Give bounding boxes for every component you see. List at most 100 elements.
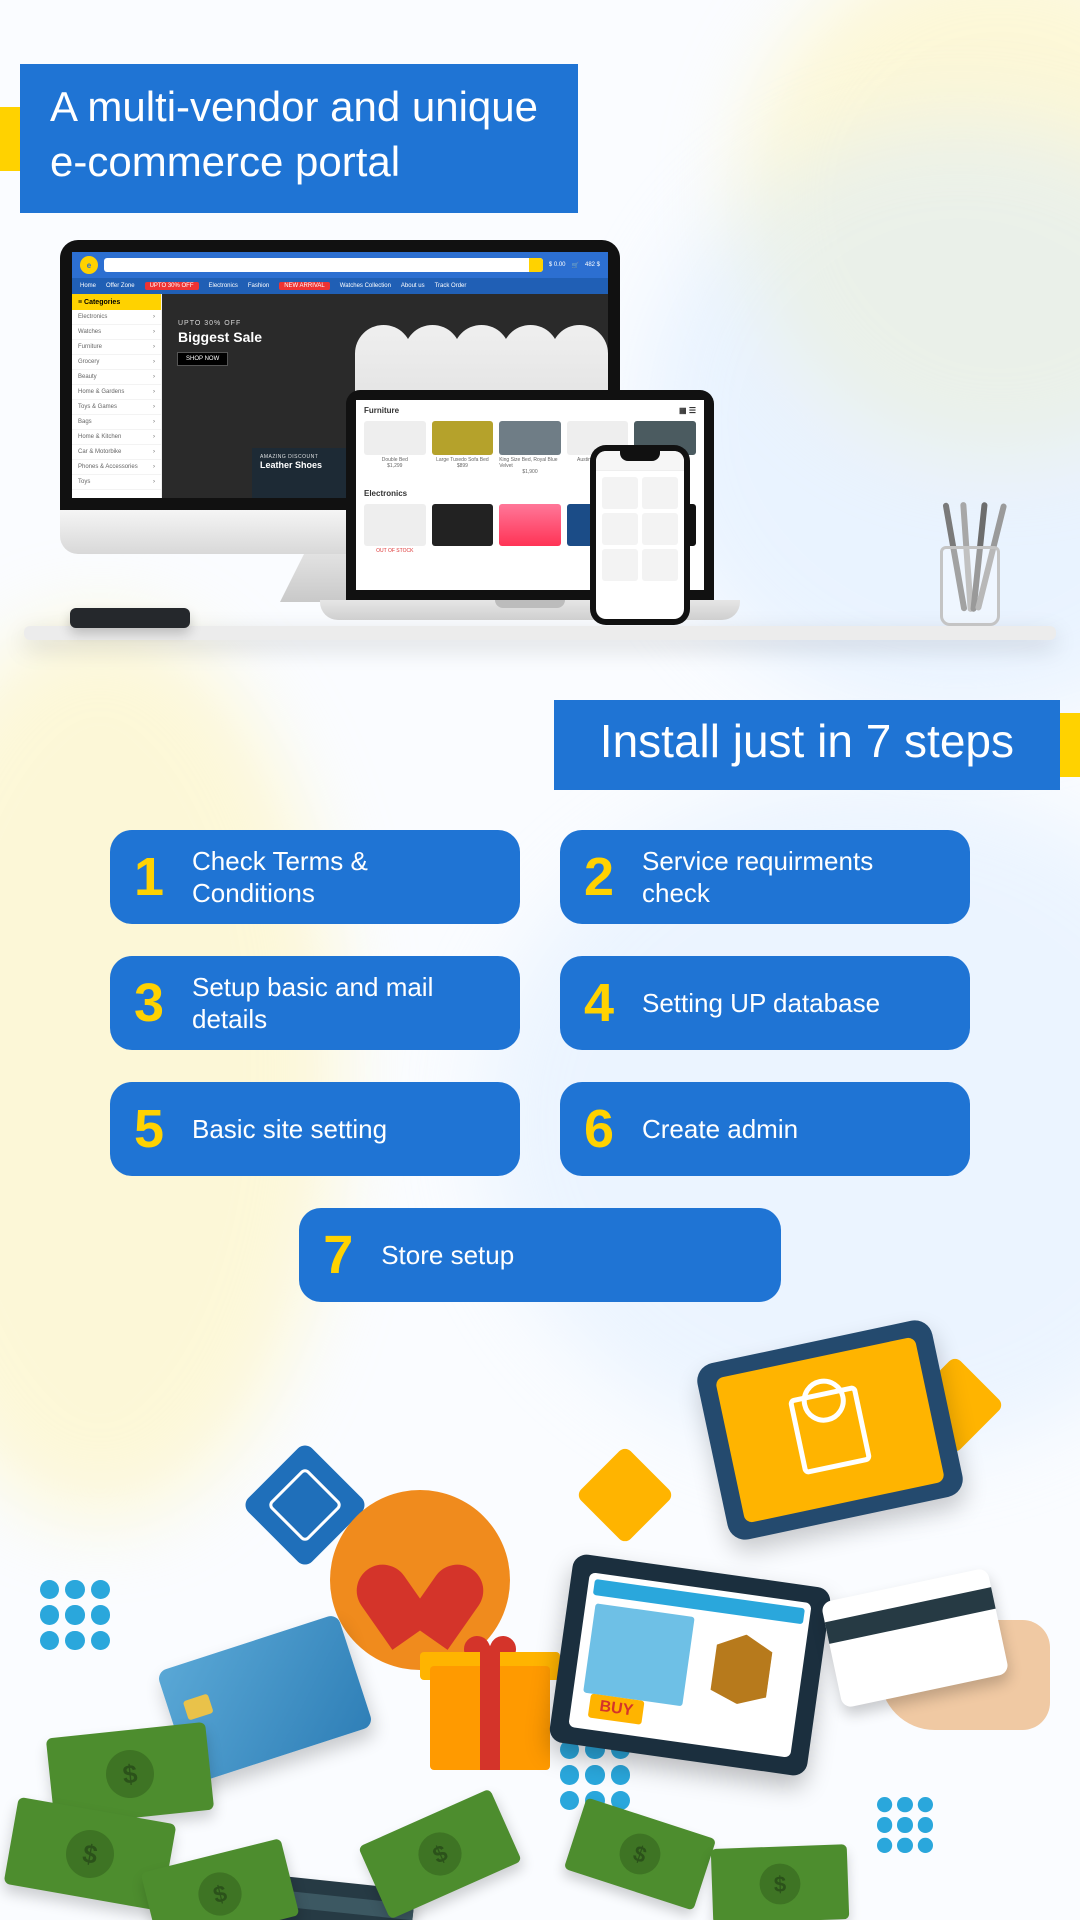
step-number: 7 [323,1228,367,1282]
nav-home[interactable]: Home [80,283,96,289]
diamond-yellow-icon [906,1356,1005,1455]
step-number: 1 [134,850,178,904]
steps-grid: 1 Check Terms & Conditions 2 Service req… [0,830,1080,1302]
cash-bill-icon: $ [4,1797,177,1911]
step-number: 5 [134,1102,178,1156]
headline-line1: A multi-vendor and unique [50,83,538,130]
steps-heading-text: Install just in 7 steps [554,700,1060,790]
nav-track[interactable]: Track Order [435,283,467,289]
buy-tablet-icon: BUY [548,1553,832,1777]
step-number: 6 [584,1102,628,1156]
step-label: Basic site setting [192,1113,387,1146]
category-item[interactable]: Home & Gardens› [72,385,161,400]
bottom-illustration: BUY $ $ $ $ $ $ [0,1310,1080,1920]
search-input[interactable] [104,258,543,272]
hero-cta-button[interactable]: SHOP NOW [178,353,227,365]
nav-fashion[interactable]: Fashion [248,283,269,289]
steps-accent-bar [1060,713,1080,777]
nav-electronics[interactable]: Electronics [209,283,238,289]
cash-bill-icon: $ [141,1838,300,1920]
step-label: Service requirments check [642,845,946,910]
product-tile[interactable] [602,549,638,581]
step-5: 5 Basic site setting [110,1082,520,1176]
diamond-yellow-icon [576,1446,675,1545]
headline-banner: A multi-vendor and unique e-commerce por… [0,64,578,213]
cash-bill-icon: $ [711,1844,850,1920]
nav-new-badge: NEW ARRIVAL [279,282,330,290]
nav-offer-badge: UPTO 30% OFF [145,282,199,290]
store-logo-icon: e [80,256,98,274]
nav-watches[interactable]: Watches Collection [340,283,391,289]
cart-amount[interactable]: $ 0.00 [549,262,566,268]
wallet-amount: 482 $ [585,262,600,268]
hand-holding-card-icon [860,1590,1080,1750]
headline-accent-bar [0,107,20,171]
step-7: 7 Store setup [299,1208,781,1302]
category-item[interactable]: Beauty› [72,370,161,385]
dots-pattern-icon [40,1580,110,1650]
cash-bill-icon: $ [46,1722,214,1826]
category-item[interactable]: Home & Kitchen› [72,430,161,445]
category-item[interactable]: Grocery› [72,355,161,370]
step-number: 3 [134,976,178,1030]
panel-leather-title: Leather Shoes [260,460,322,470]
product-tile[interactable] [602,513,638,545]
category-item[interactable]: Electronics› [72,310,161,325]
hero-kicker: UPTO 30% OFF [178,320,241,327]
flat-phone [70,608,190,628]
nav-offer[interactable]: Offer Zone [106,283,135,289]
step-label: Create admin [642,1113,798,1146]
section-electronics: Electronics [364,489,407,498]
step-1: 1 Check Terms & Conditions [110,830,520,924]
headline-text: A multi-vendor and unique e-commerce por… [20,64,578,213]
categories-header: ≡ Categories [72,294,161,310]
step-6: 6 Create admin [560,1082,970,1176]
step-2: 2 Service requirments check [560,830,970,924]
category-item[interactable]: Phones & Accessories› [72,460,161,475]
product-card[interactable]: Double Bed$1,299 [364,421,426,475]
category-item[interactable]: Watches› [72,325,161,340]
phone-mockup [590,445,690,625]
product-tile[interactable] [602,477,638,509]
product-card[interactable] [499,504,561,554]
credit-card-icon [156,1614,373,1785]
step-label: Check Terms & Conditions [192,845,496,910]
product-card[interactable]: Large Tuxedo Sofa Bed$899 [432,421,494,475]
dots-pattern-icon [877,1797,933,1853]
credit-card-icon [254,1874,415,1920]
product-card[interactable] [432,504,494,554]
cash-bill-icon: $ [358,1789,522,1920]
shopping-bag-icon [788,1385,873,1476]
category-item[interactable]: Car & Motorbike› [72,445,161,460]
dots-pattern-icon [560,1740,630,1810]
pen-cup [930,506,1010,626]
product-card[interactable]: King Size Bed, Royal Blue Velvet$1,900 [499,421,561,475]
section-furniture: Furniture [364,406,399,415]
hero-title: Biggest Sale [178,329,262,345]
step-label: Setup basic and mail details [192,971,496,1036]
category-item[interactable]: Toys & Games› [72,400,161,415]
heart-icon [375,1540,465,1620]
product-tile[interactable] [642,549,678,581]
package-box-icon [697,1629,786,1709]
product-card[interactable]: OUT OF STOCK [364,504,426,554]
category-item[interactable]: Toys› [72,475,161,490]
nav-about[interactable]: About us [401,283,425,289]
step-number: 4 [584,976,628,1030]
favorite-circle-icon [330,1490,510,1670]
headline-line2: e-commerce portal [50,138,400,185]
desk-shelf [24,626,1056,640]
buy-label: BUY [588,1693,645,1724]
devices-mockup: e $ 0.00 🛒 482 $ Home Offer Zone UPTO 30… [0,240,1080,660]
category-item[interactable]: Furniture› [72,340,161,355]
diamond-blue-icon [241,1441,368,1568]
cash-bill-icon: $ [564,1797,716,1910]
step-3: 3 Setup basic and mail details [110,956,520,1050]
category-item[interactable]: Bags› [72,415,161,430]
product-tile[interactable] [642,513,678,545]
step-label: Store setup [381,1239,514,1272]
step-4: 4 Setting UP database [560,956,970,1050]
product-tile[interactable] [642,477,678,509]
shopping-tablet-icon [694,1317,966,1543]
gift-box-icon [420,1640,560,1770]
